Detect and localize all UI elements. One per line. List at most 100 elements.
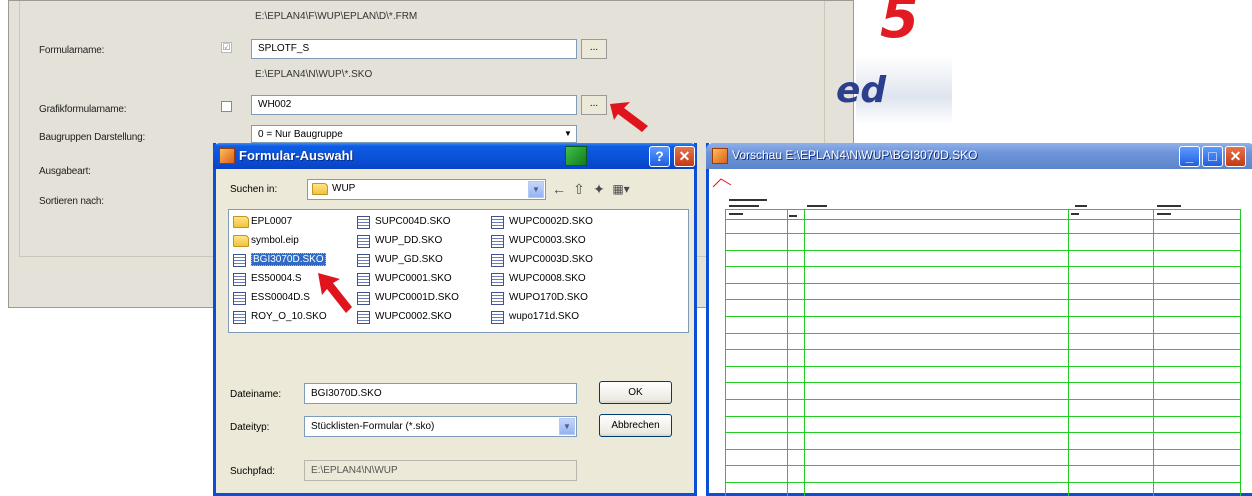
file-icon bbox=[491, 311, 504, 324]
grid-row-line bbox=[725, 399, 1241, 400]
searchpath-field: E:\EPLAN4\N\WUP bbox=[304, 460, 577, 481]
list-item[interactable]: symbol.eip bbox=[233, 233, 299, 251]
grid-column-line bbox=[1068, 209, 1069, 496]
file-icon bbox=[491, 292, 504, 305]
file-list[interactable]: EPL0007 symbol.eip BGI3070D.SKO ES50004.… bbox=[228, 209, 689, 333]
view-menu-icon[interactable]: ▦▾ bbox=[612, 181, 630, 197]
file-icon bbox=[233, 292, 246, 305]
formular-browse-button[interactable]: ... bbox=[581, 39, 607, 59]
formular-checkbox[interactable]: ☑ bbox=[221, 42, 232, 53]
preview-window: Vorschau E:\EPLAN4\N\WUP\BGI3070D.SKO _ … bbox=[706, 143, 1252, 496]
ok-button[interactable]: OK bbox=[599, 381, 672, 404]
formular-path-hint: E:\EPLAN4\F\WUP\EPLAN\D\*.FRM bbox=[255, 11, 418, 22]
baugruppen-select[interactable]: 0 = Nur Baugruppe ▼ bbox=[251, 125, 577, 143]
header-mark bbox=[729, 199, 767, 201]
grid-header-line bbox=[725, 219, 1241, 220]
grid-column-line bbox=[1240, 209, 1241, 496]
header-mark bbox=[807, 205, 827, 207]
annotation-arrow-icon bbox=[318, 273, 352, 313]
brand-logo-text: ed bbox=[836, 70, 887, 111]
grid-row-line bbox=[725, 299, 1241, 300]
grafik-browse-button[interactable]: ... bbox=[581, 95, 607, 115]
grid-row-line bbox=[725, 333, 1241, 334]
header-mark bbox=[1157, 205, 1181, 207]
file-icon bbox=[491, 216, 504, 229]
grid-column-line bbox=[804, 209, 805, 496]
list-item[interactable]: wupo171d.SKO bbox=[491, 309, 579, 327]
grafik-path-hint: E:\EPLAN4\N\WUP\*.SKO bbox=[255, 69, 373, 80]
list-item[interactable]: WUPC0001D.SKO bbox=[357, 290, 459, 308]
app-icon bbox=[219, 148, 235, 164]
list-item[interactable]: SUPC004D.SKO bbox=[357, 214, 451, 232]
list-item[interactable]: WUPC0002.SKO bbox=[357, 309, 452, 327]
grid-row-line bbox=[725, 266, 1241, 267]
back-arrow-icon[interactable]: ← bbox=[550, 181, 568, 197]
file-icon bbox=[233, 254, 246, 267]
preview-title: Vorschau E:\EPLAN4\N\WUP\BGI3070D.SKO bbox=[732, 148, 978, 162]
grafik-name-field[interactable]: WH002 bbox=[251, 95, 577, 115]
header-mark bbox=[729, 205, 759, 207]
filename-input[interactable]: BGI3070D.SKO bbox=[304, 383, 577, 404]
file-icon bbox=[491, 235, 504, 248]
file-icon bbox=[357, 216, 370, 229]
grafik-checkbox[interactable] bbox=[221, 101, 232, 112]
origin-marker-icon bbox=[712, 178, 732, 188]
minimize-button[interactable]: _ bbox=[1179, 146, 1200, 167]
file-icon bbox=[357, 311, 370, 324]
grid-row-line bbox=[725, 366, 1241, 367]
grid-row-line bbox=[725, 465, 1241, 466]
file-icon bbox=[357, 235, 370, 248]
help-button[interactable]: ? bbox=[649, 146, 670, 167]
file-icon bbox=[357, 292, 370, 305]
list-item[interactable]: WUP_DD.SKO bbox=[357, 233, 442, 251]
list-item-selected[interactable]: BGI3070D.SKO bbox=[233, 252, 326, 270]
grid-header-line bbox=[725, 209, 1241, 210]
close-button[interactable]: ✕ bbox=[1225, 146, 1246, 167]
list-item[interactable]: ES50004.S bbox=[233, 271, 302, 289]
baugruppen-select-value: 0 = Nur Baugruppe bbox=[258, 129, 343, 140]
file-icon bbox=[491, 254, 504, 267]
new-folder-icon[interactable]: ✦ bbox=[590, 181, 608, 197]
maximize-button[interactable]: □ bbox=[1202, 146, 1223, 167]
formular-name-field[interactable]: SPLOTF_S bbox=[251, 39, 577, 59]
grid-row-line bbox=[725, 416, 1241, 417]
formular-dialog-title: Formular-Auswahl bbox=[239, 148, 354, 163]
formular-name-label: Formularname: bbox=[39, 45, 105, 56]
formular-dialog-titlebar[interactable]: Formular-Auswahl ? ✕ bbox=[213, 143, 697, 169]
grid-row-line bbox=[725, 233, 1241, 234]
list-item[interactable]: ESS0004D.S bbox=[233, 290, 310, 308]
up-folder-icon[interactable]: ⇧ bbox=[570, 181, 588, 197]
close-button[interactable]: ✕ bbox=[674, 146, 695, 167]
list-item[interactable]: WUPO170D.SKO bbox=[491, 290, 588, 308]
file-icon bbox=[233, 273, 246, 286]
header-mark bbox=[729, 213, 743, 215]
list-item[interactable]: WUPC0002D.SKO bbox=[491, 214, 593, 232]
filetype-select[interactable]: Stücklisten-Formular (*.sko) ▼ bbox=[304, 416, 577, 437]
header-mark bbox=[1071, 213, 1079, 215]
folder-icon bbox=[233, 235, 249, 247]
app-icon bbox=[712, 148, 728, 164]
list-item[interactable]: EPL0007 bbox=[233, 214, 292, 232]
filename-label: Dateiname: bbox=[230, 389, 282, 400]
ausgabeart-label: Ausgabeart: bbox=[39, 166, 91, 177]
list-item[interactable]: WUPC0008.SKO bbox=[491, 271, 586, 289]
list-item[interactable]: WUPC0003D.SKO bbox=[491, 252, 593, 270]
cancel-button[interactable]: Abbrechen bbox=[599, 414, 672, 437]
file-icon bbox=[233, 311, 246, 324]
grid-row-line bbox=[725, 316, 1241, 317]
list-item[interactable]: WUP_GD.SKO bbox=[357, 252, 443, 270]
chevron-down-icon: ▼ bbox=[559, 418, 575, 435]
grid-column-line bbox=[787, 209, 788, 496]
preview-titlebar[interactable]: Vorschau E:\EPLAN4\N\WUP\BGI3070D.SKO _ … bbox=[706, 143, 1252, 169]
list-item[interactable]: WUPC0001.SKO bbox=[357, 271, 452, 289]
look-in-value: WUP bbox=[332, 183, 356, 194]
file-icon bbox=[357, 273, 370, 286]
sortieren-label: Sortieren nach: bbox=[39, 196, 104, 207]
grid-row-line bbox=[725, 482, 1241, 483]
folder-icon bbox=[233, 216, 249, 228]
look-in-combobox[interactable]: WUP ▼ bbox=[307, 179, 546, 200]
grid-row-line bbox=[725, 432, 1241, 433]
file-icon bbox=[491, 273, 504, 286]
folder-icon bbox=[312, 183, 328, 195]
list-item[interactable]: WUPC0003.SKO bbox=[491, 233, 586, 251]
